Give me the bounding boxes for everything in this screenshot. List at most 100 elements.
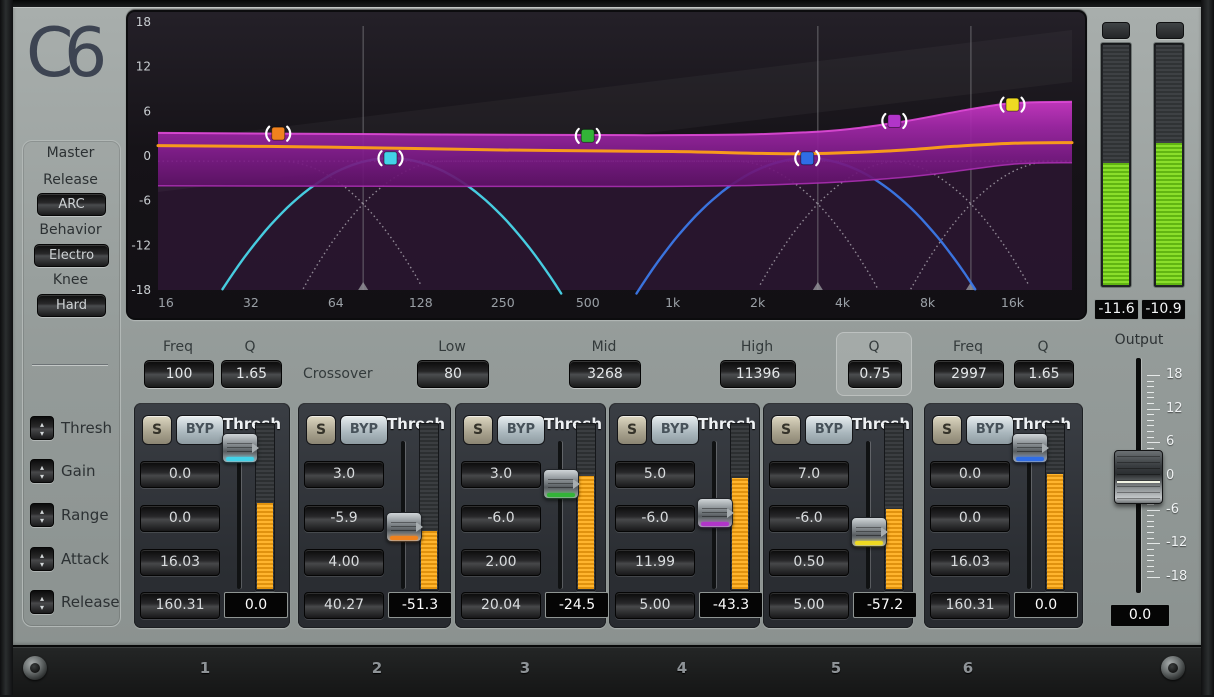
thresh-value[interactable]: -51.3 [388,592,452,618]
attack-value[interactable]: 2.00 [461,549,541,576]
band-color-stripe [701,522,729,526]
crossover-q-value[interactable]: 0.75 [848,360,902,388]
bypass-button[interactable]: BYP [340,415,388,445]
thresh-fader-thumb[interactable] [697,498,733,528]
master-release-stepper[interactable]: ▴▾ [30,590,54,614]
thresh-value[interactable]: 0.0 [1014,592,1078,618]
master-release-label: Release [61,593,120,611]
solo-button[interactable]: S [463,415,493,445]
master-range-label: Range [61,506,109,524]
thresh-value[interactable]: -43.3 [699,592,763,618]
range-value[interactable]: -5.9 [304,505,384,532]
range-value[interactable]: -6.0 [769,505,849,532]
master-gain-stepper[interactable]: ▴▾ [30,459,54,483]
thresh-fader-thumb[interactable] [851,517,887,547]
meter-value-right[interactable]: -10.9 [1141,299,1186,320]
thresh-value[interactable]: 0.0 [224,592,288,618]
thresh-value[interactable]: -24.5 [545,592,609,618]
master-thresh-stepper[interactable]: ▴▾ [30,416,54,440]
band1-freq-value[interactable]: 100 [144,360,214,388]
band-strip-2: S BYP Thresh 3.0 -5.9 4.00 40.27 -51.3 [298,403,451,628]
release-value[interactable]: 5.00 [615,592,695,619]
band1-q-label: Q [244,339,255,355]
output-meter-right [1153,42,1185,288]
master-range-stepper[interactable]: ▴▾ [30,503,54,527]
release-value[interactable]: 5.00 [769,592,849,619]
band-level-meter-fill [886,509,902,589]
fader-grooves [1017,440,1043,452]
thresh-fader-thumb[interactable] [222,433,258,463]
bypass-button[interactable]: BYP [651,415,699,445]
gain-value[interactable]: 3.0 [304,461,384,488]
thresh-fader-track[interactable] [558,441,562,589]
band6-q-label: Q [1037,339,1048,355]
range-value[interactable]: -6.0 [461,505,541,532]
band-color-stripe [547,493,575,497]
thresh-fader-thumb[interactable] [543,469,579,499]
thresh-value[interactable]: -57.2 [853,592,917,618]
band-color-stripe [1016,457,1044,461]
clip-indicator-right[interactable] [1156,22,1184,39]
solo-button[interactable]: S [142,415,172,445]
attack-value[interactable]: 11.99 [615,549,695,576]
attack-value[interactable]: 4.00 [304,549,384,576]
output-value[interactable]: 0.0 [1110,604,1170,627]
gain-value[interactable]: 0.0 [140,461,220,488]
solo-button[interactable]: S [306,415,336,445]
x-axis-label: 64 [328,295,344,310]
band-level-meter [419,423,439,591]
bypass-button[interactable]: BYP [497,415,545,445]
bypass-button[interactable]: BYP [176,415,224,445]
attack-value[interactable]: 16.03 [140,549,220,576]
x-axis-label: 16k [1001,295,1025,310]
screw-icon [23,656,47,680]
thresh-fader-thumb[interactable] [386,512,422,542]
output-fader-thumb[interactable] [1114,450,1163,504]
solo-button[interactable]: S [771,415,801,445]
thresh-fader-track[interactable] [866,441,870,589]
band1-q-value[interactable]: 1.65 [221,360,282,388]
gain-value[interactable]: 7.0 [769,461,849,488]
bypass-button[interactable]: BYP [966,415,1014,445]
fader-grooves [856,524,882,536]
band6-freq-value[interactable]: 2997 [934,360,1004,388]
behavior-button[interactable]: Electro [34,244,109,267]
crossover-label: Crossover [303,366,373,382]
y-axis-label: 0 [143,149,151,163]
band6-q-value[interactable]: 1.65 [1014,360,1074,388]
master-attack-stepper[interactable]: ▴▾ [30,547,54,571]
master-attack-label: Attack [61,550,109,568]
thresh-fader-track[interactable] [1027,441,1031,589]
crossover-low-value[interactable]: 80 [417,360,489,388]
master-gain-label: Gain [61,462,96,480]
knee-button[interactable]: Hard [37,294,106,317]
fader-grooves [1117,455,1160,499]
release-value[interactable]: 160.31 [930,592,1010,619]
y-axis-label: 12 [136,60,151,74]
meter-value-left[interactable]: -11.6 [1094,299,1139,320]
range-value[interactable]: 0.0 [140,505,220,532]
gain-value[interactable]: 0.0 [930,461,1010,488]
clip-indicator-left[interactable] [1102,22,1130,39]
solo-button[interactable]: S [932,415,962,445]
release-value[interactable]: 20.04 [461,592,541,619]
gain-value[interactable]: 5.0 [615,461,695,488]
bypass-button[interactable]: BYP [805,415,853,445]
crossover-mid-value[interactable]: 3268 [569,360,641,388]
gain-value[interactable]: 3.0 [461,461,541,488]
range-value[interactable]: -6.0 [615,505,695,532]
release-value[interactable]: 160.31 [140,592,220,619]
crossover-q-label: Q [868,339,879,355]
output-scale-label: 12 [1166,401,1200,416]
solo-button[interactable]: S [617,415,647,445]
crossover-high-value[interactable]: 11396 [720,360,796,388]
thresh-fader-track[interactable] [237,441,241,589]
attack-value[interactable]: 16.03 [930,549,1010,576]
thresh-fader-thumb[interactable] [1012,433,1048,463]
attack-value[interactable]: 0.50 [769,549,849,576]
fader-grooves [227,440,253,452]
behavior-label: Behavior [22,222,119,238]
arc-button[interactable]: ARC [37,193,106,216]
range-value[interactable]: 0.0 [930,505,1010,532]
release-value[interactable]: 40.27 [304,592,384,619]
